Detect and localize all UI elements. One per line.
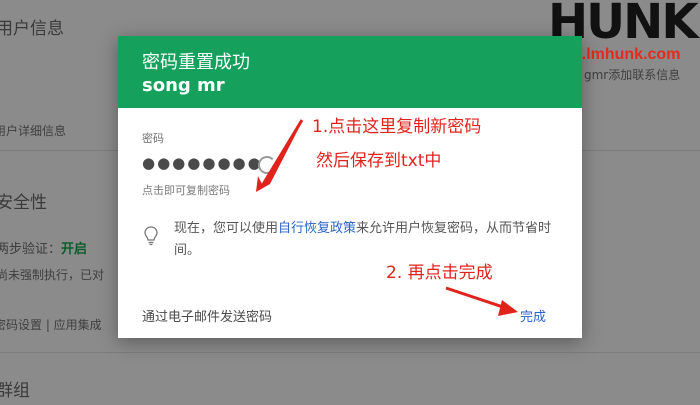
dialog-header: 密码重置成功 song mr (118, 36, 582, 108)
annotation-step1-line1: 1.点击这里复制新密码 (312, 117, 482, 137)
annotation-step2: 2. 再点击完成 (386, 263, 493, 283)
annotation-step1-line2: 然后保存到txt中 (316, 151, 442, 171)
security-links[interactable]: 密码设置 | 应用集成 (0, 316, 102, 333)
security-title: 安全性 (0, 193, 47, 213)
not-enforced-text: 尚未强制执行，已对 (0, 268, 105, 282)
add-contact-link[interactable]: gmr添加联系信息 (584, 66, 680, 83)
group-title: 群组 (0, 381, 30, 401)
info-prefix: 现在，您可以使用 (174, 221, 279, 236)
password-label: 密码 (142, 132, 164, 145)
password-field[interactable]: ●●●●●●●● (142, 154, 263, 172)
eye-icon[interactable] (258, 156, 276, 174)
password-reset-dialog: 密码重置成功 song mr 密码 ●●●●●●●● 点击即可复制密码 现在，您… (118, 36, 582, 338)
dialog-title: 密码重置成功 (142, 52, 250, 73)
user-info-title: 用户信息 (0, 19, 64, 39)
two-step-label: 两步验证： (0, 242, 62, 257)
self-recovery-policy-link[interactable]: 自行恢复政策 (278, 221, 356, 236)
password-hint: 点击即可复制密码 (142, 184, 230, 197)
email-password-button[interactable]: 通过电子邮件发送密码 (142, 306, 272, 325)
two-step-status: 开启 (61, 242, 88, 257)
done-button[interactable]: 完成 (520, 306, 546, 325)
lightbulb-icon (144, 226, 158, 246)
info-text: 现在，您可以使用自行恢复政策来允许用户恢复密码，从而节省时间。 (174, 218, 564, 262)
dialog-username: song mr (142, 75, 225, 96)
bg-divider (0, 352, 700, 353)
two-step-row: 两步验证：开启 (0, 238, 87, 257)
user-detail-link[interactable]: 用户详细信息 (0, 122, 66, 139)
